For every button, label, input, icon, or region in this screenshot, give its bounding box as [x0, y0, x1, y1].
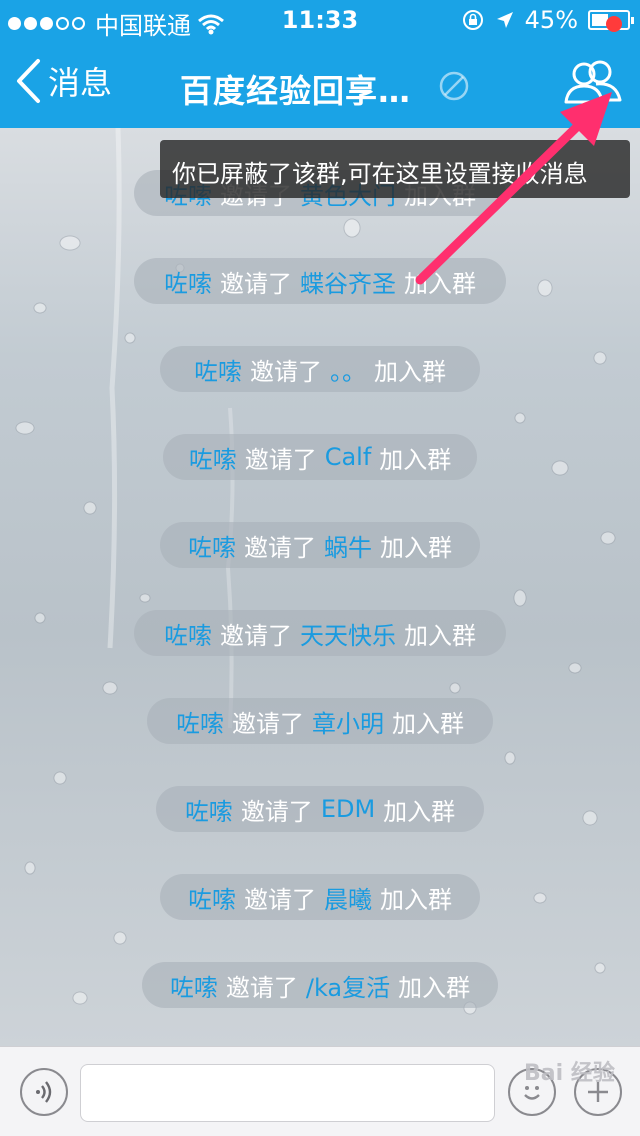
inviter-name[interactable]: 咗嗦 — [189, 440, 237, 475]
system-message: 咗嗦 邀请了 天天快乐 加入群 — [134, 610, 506, 656]
inviter-name[interactable]: 咗嗦 — [188, 528, 236, 563]
invitee-name[interactable]: 蝶谷齐圣 — [300, 264, 396, 299]
invitee-name[interactable]: 蜗牛 — [324, 528, 372, 563]
page-title: 百度经验回享… — [180, 72, 412, 110]
invitee-name[interactable]: Calf — [325, 443, 372, 471]
invitee-name[interactable]: 天天快乐 — [300, 616, 396, 651]
invite-verb: 邀请了 — [244, 533, 316, 562]
invite-verb: 邀请了 — [225, 973, 298, 1002]
plus-button[interactable] — [574, 1068, 622, 1116]
invite-suffix: 加入群 — [380, 885, 452, 914]
invitee-name[interactable]: 。。 — [330, 352, 366, 387]
system-message: 咗嗦 邀请了 EDM 加入群 — [156, 786, 484, 832]
invite-verb: 邀请了 — [240, 797, 313, 826]
chevron-left-icon — [17, 59, 40, 103]
inviter-name[interactable]: 咗嗦 — [185, 792, 233, 827]
invite-verb: 邀请了 — [232, 709, 304, 738]
plus-icon — [588, 1082, 608, 1102]
battery-percent: 45% — [524, 6, 578, 34]
invite-suffix: 加入群 — [392, 709, 464, 738]
message-input[interactable] — [80, 1064, 495, 1122]
invitee-name[interactable]: /ka复活 — [306, 968, 390, 1003]
emoji-icon — [524, 1086, 540, 1100]
status-bar: 中国联通 11:33 45% — [0, 0, 640, 40]
back-label: 消息 — [48, 64, 113, 102]
system-message: 咗嗦 邀请了 。。 加入群 — [160, 346, 480, 392]
annotation-arrow-icon — [415, 92, 612, 285]
invite-suffix: 加入群 — [383, 797, 456, 826]
invitee-name[interactable]: EDM — [321, 795, 375, 823]
rotation-lock-icon — [462, 10, 483, 30]
inviter-name[interactable]: 咗嗦 — [164, 264, 212, 299]
invite-verb: 邀请了 — [220, 269, 292, 298]
invite-verb: 邀请了 — [250, 357, 322, 386]
status-right: 45% — [461, 6, 634, 34]
invite-verb: 邀请了 — [244, 445, 317, 474]
invite-verb: 邀请了 — [244, 885, 316, 914]
inviter-name[interactable]: 咗嗦 — [194, 352, 242, 387]
system-message: 咗嗦 邀请了 晨曦 加入群 — [160, 874, 480, 920]
notification-badge — [606, 16, 622, 32]
invite-suffix: 加入群 — [380, 533, 452, 562]
location-icon — [496, 12, 513, 28]
invite-suffix: 加入群 — [398, 973, 471, 1002]
inviter-name[interactable]: 咗嗦 — [164, 616, 212, 651]
invite-suffix: 加入群 — [379, 445, 452, 474]
inviter-name[interactable]: 咗嗦 — [170, 968, 218, 1003]
invite-verb: 邀请了 — [220, 621, 292, 650]
back-button[interactable]: 消息 — [14, 58, 112, 104]
inviter-name[interactable]: 咗嗦 — [188, 880, 236, 915]
invitee-name[interactable]: 章小明 — [312, 704, 384, 739]
system-message: 咗嗦 邀请了 Calf 加入群 — [163, 434, 477, 480]
system-message: 咗嗦 邀请了 /ka复活 加入群 — [142, 962, 498, 1008]
system-message: 咗嗦 邀请了 蜗牛 加入群 — [160, 522, 480, 568]
input-bar: Bai 经验 — [0, 1046, 640, 1136]
voice-icon — [36, 1081, 52, 1103]
inviter-name[interactable]: 咗嗦 — [176, 704, 224, 739]
invitee-name[interactable]: 晨曦 — [324, 880, 372, 915]
system-message: 咗嗦 邀请了 章小明 加入群 — [147, 698, 493, 744]
emoji-button[interactable] — [508, 1068, 556, 1116]
voice-button[interactable] — [20, 1068, 68, 1116]
invite-suffix: 加入群 — [374, 357, 446, 386]
invite-suffix: 加入群 — [404, 621, 476, 650]
